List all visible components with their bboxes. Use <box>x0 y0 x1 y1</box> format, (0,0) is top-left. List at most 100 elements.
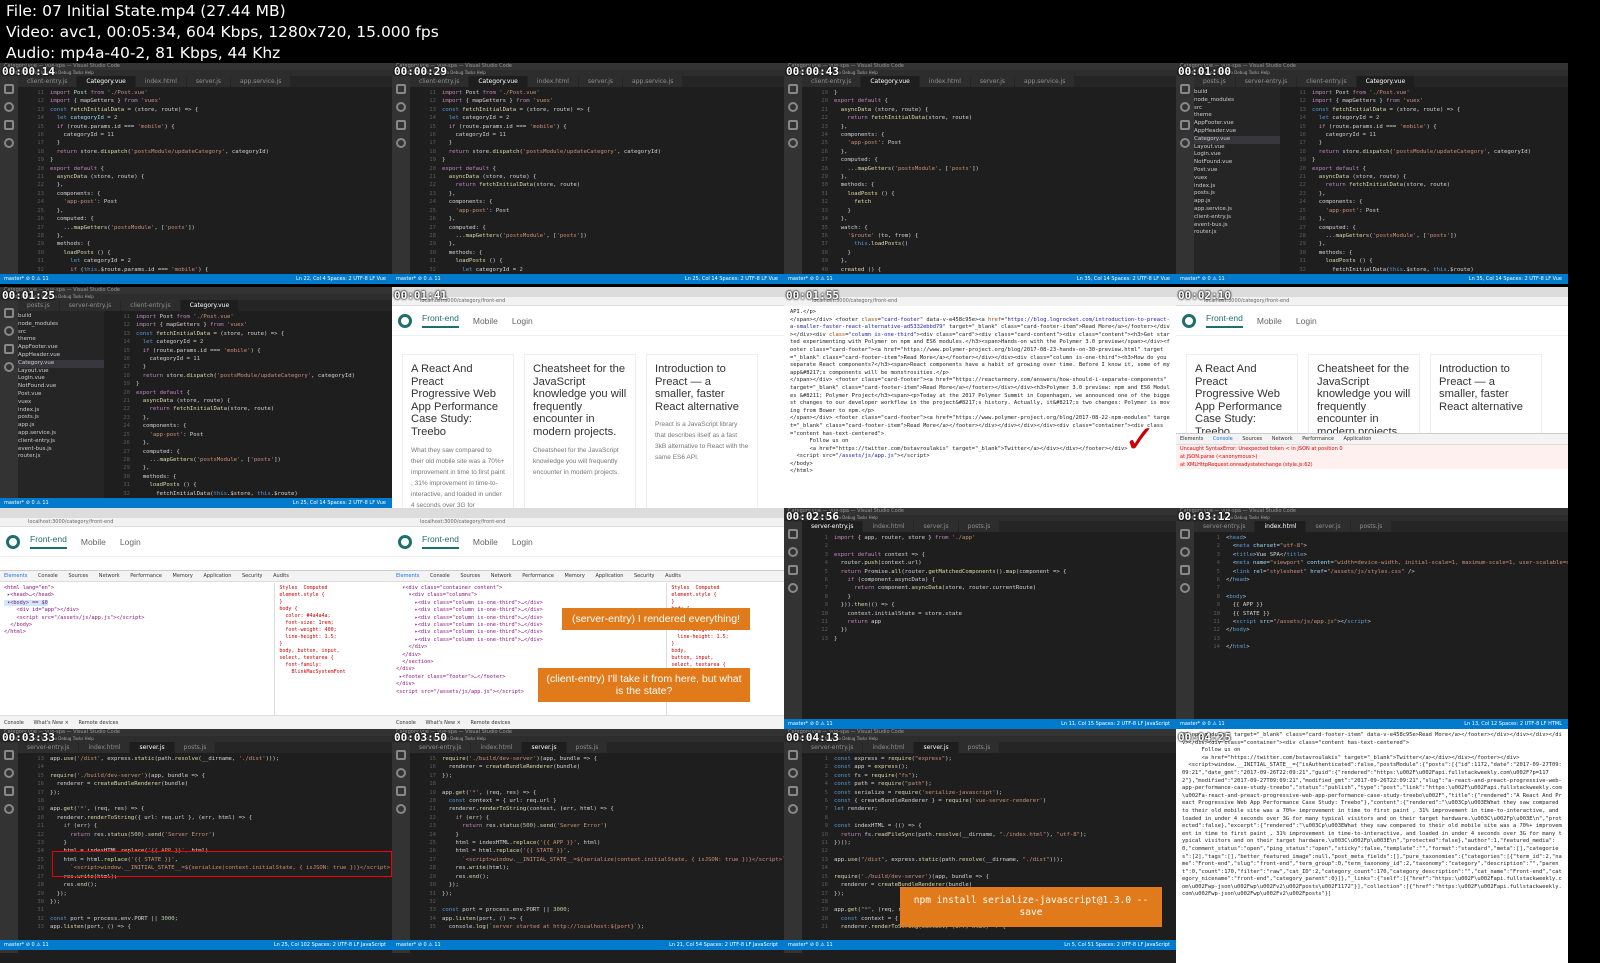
explorer-item[interactable]: theme <box>1194 112 1280 120</box>
explorer-item[interactable]: client-entry.js <box>18 438 104 446</box>
post-title[interactable]: A React And Preact Progressive Web App P… <box>411 363 505 439</box>
nav-mobile[interactable]: Mobile <box>473 537 498 547</box>
tab[interactable]: app.service.js <box>623 76 684 87</box>
post-title[interactable]: Cheatsheet for the JavaScript knowledge … <box>1317 363 1411 439</box>
explorer-item[interactable]: Layout.vue <box>18 368 104 376</box>
devtools-tab[interactable]: Application <box>1344 436 1372 442</box>
nav-mobile[interactable]: Mobile <box>1257 316 1282 326</box>
files-icon[interactable] <box>788 84 798 94</box>
explorer-item[interactable]: Post.vue <box>18 391 104 399</box>
explorer-item[interactable]: app.service.js <box>18 430 104 438</box>
files-icon[interactable] <box>396 84 406 94</box>
devtools-tab-active[interactable]: Elements <box>4 573 27 579</box>
logo-icon[interactable] <box>398 534 412 549</box>
devtools-tab[interactable]: Sources <box>1242 436 1262 442</box>
logo-icon[interactable] <box>6 534 20 549</box>
devtools-tab[interactable]: Audits <box>273 573 289 579</box>
explorer-item[interactable]: Login.vue <box>1194 151 1280 159</box>
git-icon[interactable] <box>396 120 406 130</box>
tab[interactable]: server.js <box>578 76 624 87</box>
explorer-item[interactable]: build <box>1194 89 1280 97</box>
explorer-item[interactable]: node_modules <box>1194 97 1280 105</box>
devtools-tab[interactable]: Performance <box>522 573 554 579</box>
debug-icon[interactable] <box>4 138 14 148</box>
devtools-tab[interactable]: Security <box>634 573 655 579</box>
tab[interactable]: index.html <box>863 742 915 753</box>
files-icon[interactable] <box>4 308 14 318</box>
devtools-tab[interactable]: Application <box>203 573 231 579</box>
explorer-item[interactable]: client-entry.js <box>1194 214 1280 222</box>
browser-tabbar[interactable] <box>0 508 392 518</box>
debug-icon[interactable] <box>788 583 798 593</box>
address-bar[interactable]: localhost:3000/category/front-end <box>0 518 392 527</box>
search-icon[interactable] <box>4 768 14 778</box>
git-icon[interactable] <box>1180 565 1190 575</box>
post-title[interactable]: Introduction to Preact — a smaller, fast… <box>1439 363 1533 413</box>
devtools-tab[interactable]: Performance <box>1302 436 1334 442</box>
tab[interactable]: server-entry.js <box>59 300 122 311</box>
tab[interactable]: app.service.js <box>231 76 292 87</box>
nav-login[interactable]: Login <box>1296 316 1317 326</box>
logo-icon[interactable] <box>1182 313 1196 328</box>
browser-tabbar[interactable] <box>784 287 1176 297</box>
devtools-tab[interactable]: Sources <box>460 573 480 579</box>
drawer-tab[interactable]: Remote devices <box>78 720 118 726</box>
debug-icon[interactable] <box>4 362 14 372</box>
tab[interactable]: posts.js <box>958 521 1001 532</box>
tab-active[interactable]: Category.vue <box>861 76 920 87</box>
tab[interactable]: index.html <box>527 76 579 87</box>
nav-front-end[interactable]: Front-end <box>422 534 459 549</box>
tab[interactable]: index.html <box>863 521 915 532</box>
devtools-tab[interactable]: Security <box>242 573 263 579</box>
explorer-item[interactable]: NotFound.vue <box>18 383 104 391</box>
tab[interactable]: server-entry.js <box>1235 76 1298 87</box>
nav-front-end[interactable]: Front-end <box>30 534 67 549</box>
explorer-item[interactable]: event-bus.js <box>1194 222 1280 230</box>
tab-active[interactable]: server.js <box>130 742 175 753</box>
tab-active[interactable]: server.js <box>914 742 959 753</box>
explorer-item[interactable]: router.js <box>18 453 104 461</box>
tab[interactable]: server.js <box>914 521 959 532</box>
debug-icon[interactable] <box>1180 583 1190 593</box>
code-editor[interactable]: 11 import Post from './Post.vue' 12 import… <box>414 87 784 274</box>
address-bar[interactable]: localhost:3000/category/front-end <box>1176 297 1568 306</box>
search-icon[interactable] <box>1180 547 1190 557</box>
explorer-item[interactable]: app.js <box>18 422 104 430</box>
address-bar[interactable]: localhost:3000/category/front-end <box>392 297 784 306</box>
files-icon[interactable] <box>4 750 14 760</box>
code-editor[interactable]: 11 import Post from './Post.vue' 12 import… <box>1284 87 1568 274</box>
tab-active[interactable]: index.html <box>1255 521 1307 532</box>
search-icon[interactable] <box>396 768 406 778</box>
tab[interactable]: posts.js <box>958 742 1001 753</box>
explorer-item[interactable]: NotFound.vue <box>1194 159 1280 167</box>
tab-active[interactable]: Category.vue <box>1356 76 1416 87</box>
tab-active[interactable]: server.js <box>522 742 567 753</box>
git-icon[interactable] <box>788 120 798 130</box>
tab-active[interactable]: Category.vue <box>469 76 528 87</box>
explorer-item-selected[interactable]: Category.vue <box>18 359 104 368</box>
nav-login[interactable]: Login <box>120 537 141 547</box>
explorer-item[interactable]: AppHeader.vue <box>1194 128 1280 136</box>
devtools-tab[interactable]: Network <box>99 573 120 579</box>
search-icon[interactable] <box>4 102 14 112</box>
tab[interactable]: client-entry.js <box>1297 76 1357 87</box>
debug-icon[interactable] <box>4 804 14 814</box>
browser-tabbar[interactable] <box>1176 287 1568 297</box>
devtools-tab[interactable]: Elements <box>1180 436 1203 442</box>
tab[interactable]: index.html <box>135 76 187 87</box>
explorer-item[interactable]: router.js <box>1194 229 1280 237</box>
devtools-tab[interactable]: Network <box>491 573 512 579</box>
explorer-item[interactable]: theme <box>18 336 104 344</box>
files-icon[interactable] <box>788 529 798 539</box>
search-icon[interactable] <box>1180 102 1190 112</box>
git-icon[interactable] <box>4 344 14 354</box>
devtools-tab-active[interactable]: Elements <box>396 573 419 579</box>
browser-tabbar[interactable] <box>392 508 784 518</box>
tab-active[interactable]: Category.vue <box>77 76 136 87</box>
devtools-tab-active[interactable]: Console <box>1213 436 1233 442</box>
devtools-tab[interactable]: Console <box>430 573 450 579</box>
tab[interactable]: index.html <box>471 742 523 753</box>
explorer-item[interactable]: node_modules <box>18 321 104 329</box>
search-icon[interactable] <box>4 326 14 336</box>
explorer-item[interactable]: AppFooter.vue <box>1194 120 1280 128</box>
